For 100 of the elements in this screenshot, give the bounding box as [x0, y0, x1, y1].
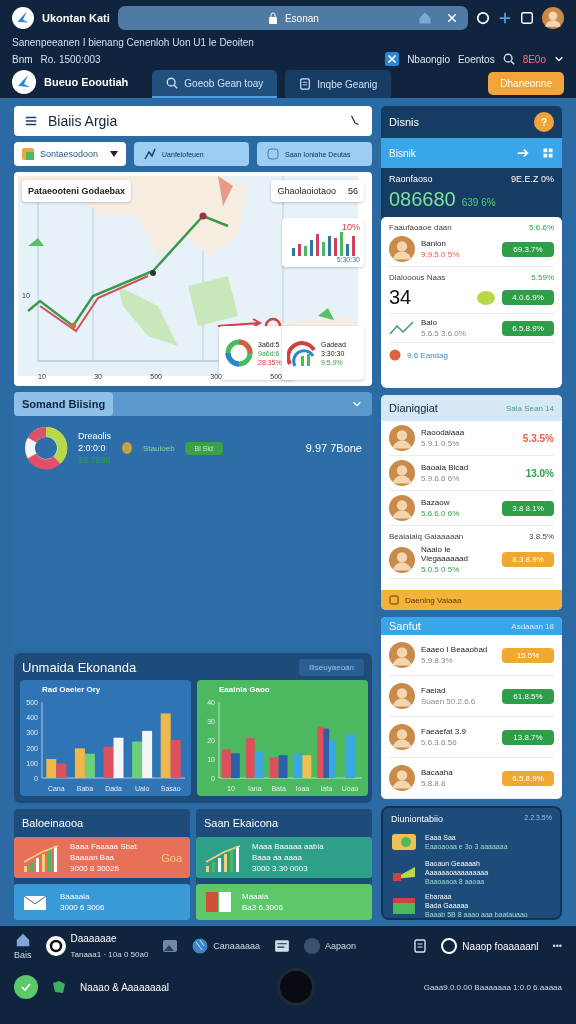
nav-tab[interactable]: Goeob Gean toay [152, 70, 278, 98]
percent-badge: 13.8.7% [502, 729, 554, 745]
refresh-icon[interactable] [476, 11, 490, 25]
row-sub: 9.9.5.0 5% [421, 250, 461, 259]
arrow-right-icon[interactable] [516, 146, 530, 160]
row-name: Banion [421, 239, 447, 248]
globe-tab[interactable]: Canaaaaaa [192, 938, 260, 954]
app-title[interactable]: Daaaaaae [70, 933, 149, 944]
avatar-icon[interactable] [542, 7, 564, 29]
menu-icon[interactable] [24, 114, 38, 128]
close-icon[interactable] [446, 12, 458, 24]
home-tab[interactable]: Bais [14, 932, 32, 960]
row-sub: 5.6.5 3.6.0% [421, 329, 467, 338]
header-link[interactable]: Nbaongio [407, 53, 450, 65]
alert-icon [389, 349, 401, 361]
card-sub: 3000 8 30026 [70, 864, 120, 873]
avatar-icon [389, 236, 415, 262]
section-header[interactable]: Somand Biising [14, 392, 372, 416]
search-icon [166, 77, 179, 89]
footer-text: Daening Vaiaaa [405, 595, 462, 605]
view-button[interactable]: Iliseuyaeoan [299, 659, 364, 676]
search-icon[interactable] [502, 53, 515, 65]
calendar-icon [389, 595, 399, 605]
stat-value: 56 [348, 186, 358, 196]
avatar-icon [389, 460, 415, 486]
row-sub: 5.8.8.8 [421, 779, 447, 788]
app-logo-icon [12, 70, 36, 94]
address-text: Esonan [284, 12, 319, 24]
item-name: Dreaolis [78, 431, 111, 441]
row-sub: 5.9.6.6 6% [421, 474, 461, 483]
app-logo-icon [12, 7, 34, 29]
coin-icon [121, 441, 133, 455]
row-name: Baoaia Bicad [421, 463, 470, 472]
page-title: Biaiis Argia [48, 113, 119, 129]
stat-delta: 639 6% [461, 197, 496, 208]
avatar-icon [389, 765, 415, 791]
panel-title: Saan Ekaicona [203, 816, 279, 831]
map-marker [318, 308, 334, 320]
balance-text: 8E0o [522, 53, 546, 65]
sparkline-icon [389, 320, 415, 336]
chevron-down-icon[interactable] [554, 54, 564, 64]
check-icon [21, 982, 31, 992]
address-bar[interactable]: Esonan [117, 6, 468, 30]
stat-value: 086680 [389, 188, 456, 211]
tile-icon [391, 895, 417, 916]
row-name: Naaio Ie Viegaaaaaad [421, 545, 469, 563]
row-value: 5.6.6% [529, 223, 554, 232]
more-button[interactable]: ••• [552, 941, 562, 951]
card-sub: Ba3 6.3006 [242, 903, 283, 912]
chat-icon [441, 938, 458, 954]
row-name: Bazaow [421, 498, 451, 507]
card-title: Maaaia [242, 892, 270, 901]
image-icon[interactable] [162, 939, 179, 953]
badge-icon [385, 52, 400, 66]
footer-link[interactable]: 9.6 Eandag [407, 350, 448, 360]
nav-tab[interactable]: Inqbe Geanig [285, 70, 392, 98]
header-link[interactable]: Eoentos [457, 53, 495, 65]
stat-label: Ghaolaoiotaoo [277, 186, 336, 196]
document-icon[interactable] [273, 938, 290, 954]
card-sub: 3000 6 3006 [60, 903, 105, 912]
row-label: Dialooous Naas [389, 273, 446, 282]
avatar-icon [389, 683, 415, 709]
map-icon [52, 980, 66, 994]
stat-change: 9E.E.Z 0% [510, 174, 554, 184]
row-label: Faaufaoaoe daan [389, 223, 452, 232]
menu-label[interactable]: Naaop foaaaaanl [462, 940, 539, 952]
card-line: Baaa aa aaaa [252, 853, 303, 862]
row-sub: 5.6.6.0 6% [421, 509, 461, 518]
land-shape [118, 286, 178, 346]
card-side-text: Goa [161, 851, 182, 864]
footer-bar[interactable]: Daening Vaiaaa [381, 590, 562, 610]
dropdown[interactable]: Sontaesodoon [14, 142, 127, 166]
tabs-icon[interactable] [520, 11, 534, 25]
globe-icon [192, 938, 209, 954]
row-name: Faeiad [421, 686, 447, 695]
grid-icon[interactable] [542, 147, 554, 159]
row-sub: 5.9.8.3% [421, 656, 454, 665]
card-title: Baaa Faaaaa Sbat [70, 842, 137, 851]
map-title: Pataeooteni Godaebax [22, 180, 132, 202]
check-button[interactable] [14, 975, 38, 999]
row-name: Bacaaha [421, 768, 454, 777]
plus-icon[interactable] [498, 11, 512, 25]
account-label: Bnm [12, 53, 33, 65]
chart-title: Eaainia Gaoo [219, 685, 270, 694]
row-name: Raoodaiaaa [421, 428, 466, 437]
box-icon [267, 148, 280, 160]
book-icon [204, 890, 234, 914]
folder-icon [22, 148, 34, 160]
percent-badge: 6.5.8.9% [502, 770, 554, 786]
card-title: Maaa Baaaaa aabia [252, 842, 324, 851]
row-sub: Suaen 50.2.6.6 [421, 697, 477, 706]
big-number: 34 [389, 286, 413, 309]
notice-text: Sanenpeeanen I bienang Cenenloh Uon U1 le Deoiten [12, 37, 255, 48]
arc-chart-drawing [287, 338, 317, 368]
avatar-icon [389, 495, 415, 521]
document-icon[interactable] [413, 939, 428, 953]
row-label: Beaiaiaiq Gaiaaaaan [389, 532, 464, 541]
card-line: Baaaan Baa [70, 853, 116, 862]
footer-text: Gaaa9.0.0.00 Baaaaaaa 1:0.0 6.aaaaa [423, 982, 562, 992]
profile-tab[interactable]: Aapaon [303, 938, 356, 954]
